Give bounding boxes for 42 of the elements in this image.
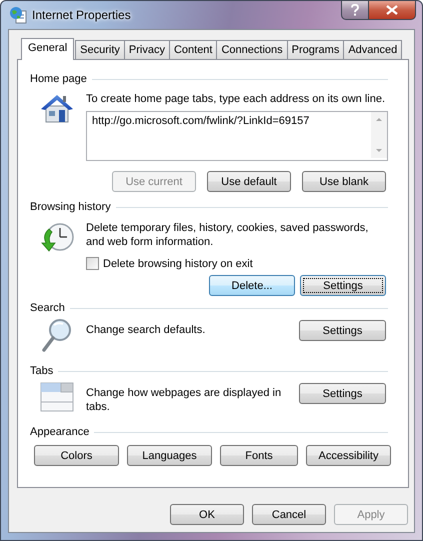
description: Delete temporary files, history, cookies, saved passwords, and web form information. xyxy=(86,221,370,249)
help-icon xyxy=(350,4,360,16)
tabs-icon xyxy=(40,380,74,412)
help-button[interactable] xyxy=(341,0,369,20)
section-title: Home page xyxy=(30,73,87,85)
home-page-button[interactable]: Use blank xyxy=(302,171,386,192)
app-icon xyxy=(9,6,27,24)
description: Change how webpages are displayed in tabs. xyxy=(86,386,282,414)
close-button[interactable] xyxy=(369,0,416,20)
section-title: Browsing history xyxy=(30,201,111,213)
dialog-button[interactable]: OK xyxy=(170,504,244,525)
dialog-button[interactable]: Cancel xyxy=(252,504,326,525)
settings-button[interactable]: Settings xyxy=(299,383,386,404)
section-title: Search xyxy=(30,302,65,314)
settings-button[interactable]: Settings xyxy=(299,320,386,341)
history-button[interactable]: Delete... xyxy=(209,275,295,296)
description: To create home page tabs, type each address on its own line. xyxy=(86,92,386,106)
tab[interactable]: Programs xyxy=(286,40,344,59)
appearance-button[interactable]: Accessibility xyxy=(306,445,391,466)
magnifier-icon xyxy=(40,317,74,353)
checkbox-label: Delete browsing history on exit xyxy=(103,258,253,270)
appearance-button[interactable]: Colors xyxy=(34,445,119,466)
description: Change search defaults. xyxy=(86,323,206,337)
tab[interactable]: Privacy xyxy=(124,40,170,59)
close-icon xyxy=(386,5,398,15)
tab[interactable]: Advanced xyxy=(343,40,402,59)
tab[interactable]: Content xyxy=(168,40,218,59)
appearance-button[interactable]: Fonts xyxy=(220,445,298,466)
tab[interactable]: General xyxy=(21,38,74,60)
appearance-button[interactable]: Languages xyxy=(127,445,212,466)
home-page-button[interactable]: Use default xyxy=(207,171,291,192)
scrollbar[interactable] xyxy=(371,112,387,158)
tab[interactable]: Security xyxy=(75,40,125,59)
house-icon xyxy=(40,92,74,124)
tab[interactable]: Connections xyxy=(216,40,288,59)
checkbox[interactable] xyxy=(86,257,99,270)
section-title: Appearance xyxy=(30,426,90,438)
clock-arrow-icon xyxy=(40,221,74,253)
history-button[interactable]: Settings xyxy=(300,275,386,296)
section-title: Tabs xyxy=(30,365,54,377)
address-field[interactable]: http://go.microsoft.com/fwlink/?LinkId=69157 xyxy=(86,111,388,161)
window-title: Internet Properties xyxy=(32,8,131,22)
